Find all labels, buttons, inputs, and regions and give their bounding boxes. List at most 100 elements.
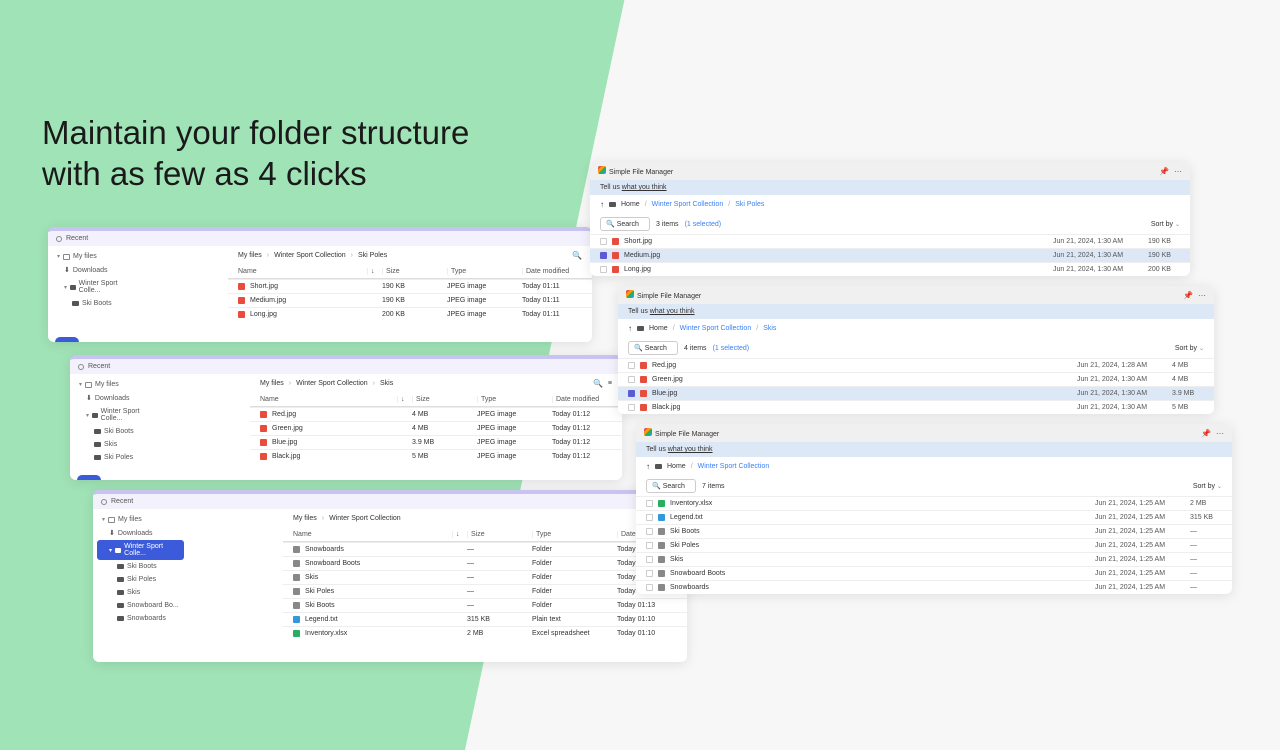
checkbox[interactable] bbox=[600, 252, 607, 259]
sidebar-skiboots[interactable]: Ski Boots bbox=[97, 560, 184, 573]
search-input[interactable]: 🔍Search bbox=[646, 479, 696, 493]
sidebar-myfiles[interactable]: ▾My files bbox=[97, 513, 184, 526]
file-row[interactable]: Ski Poles Jun 21, 2024, 1:25 AM — bbox=[636, 538, 1232, 552]
file-row[interactable]: Skis Jun 21, 2024, 1:25 AM — bbox=[636, 552, 1232, 566]
checkbox[interactable] bbox=[600, 238, 607, 245]
checkbox[interactable] bbox=[628, 376, 635, 383]
breadcrumb: My files› Winter Sport Collection 🔍 bbox=[283, 509, 687, 528]
sidebar-skiboots[interactable]: Ski Boots bbox=[52, 297, 134, 310]
file-row[interactable]: Inventory.xlsx Jun 21, 2024, 1:25 AM 2 M… bbox=[636, 496, 1232, 510]
file-row[interactable]: Medium.jpg 190 KB JPEG image Today 01:11 bbox=[228, 293, 592, 307]
checkbox[interactable] bbox=[646, 500, 653, 507]
sidebar-myfiles[interactable]: ▾My files bbox=[74, 378, 156, 391]
os-recent-header[interactable]: Recent bbox=[48, 231, 592, 246]
more-icon[interactable]: ⋯ bbox=[1174, 167, 1182, 176]
file-row[interactable]: Inventory.xlsx 2 MB Excel spreadsheet To… bbox=[283, 626, 687, 640]
sidebar-wsc[interactable]: ▾Winter Sport Colle... bbox=[74, 405, 156, 425]
file-row[interactable]: Medium.jpg Jun 21, 2024, 1:30 AM 190 KB bbox=[590, 248, 1190, 262]
file-row[interactable]: Short.jpg Jun 21, 2024, 1:30 AM 190 KB bbox=[590, 234, 1190, 248]
search-input[interactable]: 🔍Search bbox=[628, 341, 678, 355]
file-row[interactable]: Legend.txt Jun 21, 2024, 1:25 AM 315 KB bbox=[636, 510, 1232, 524]
sidebar-wsc-active[interactable]: ▾Winter Sport Colle... bbox=[97, 540, 184, 560]
checkbox[interactable] bbox=[646, 584, 653, 591]
file-row[interactable]: Legend.txt 315 KB Plain text Today 01:10 bbox=[283, 612, 687, 626]
file-icon bbox=[293, 560, 300, 567]
sidebar-snowboardboots[interactable]: Snowboard Bo... bbox=[97, 599, 184, 612]
checkbox[interactable] bbox=[646, 570, 653, 577]
os-browser-panel-2: Recent ▾My files ⬇Downloads ▾Winter Spor… bbox=[70, 355, 622, 480]
file-row[interactable]: Green.jpg 4 MB JPEG image Today 01:12 bbox=[250, 421, 622, 435]
feedback-link[interactable]: what you think bbox=[622, 184, 667, 191]
checkbox[interactable] bbox=[646, 542, 653, 549]
sidebar-skis[interactable]: Skis bbox=[97, 586, 184, 599]
file-icon bbox=[658, 500, 665, 507]
sidebar-skiboots[interactable]: Ski Boots bbox=[74, 425, 156, 438]
checkbox[interactable] bbox=[646, 556, 653, 563]
sort-by[interactable]: Sort by ⌄ bbox=[1151, 221, 1180, 228]
pin-icon[interactable]: 📌 bbox=[1201, 429, 1211, 438]
os-recent-header[interactable]: Recent bbox=[93, 494, 687, 509]
file-row[interactable]: Ski Boots — Folder Today 01:13 bbox=[283, 598, 687, 612]
checkbox[interactable] bbox=[646, 514, 653, 521]
pin-icon[interactable]: 📌 bbox=[1183, 291, 1193, 300]
selected-count: (1 selected) bbox=[713, 345, 750, 352]
sidebar-skis[interactable]: Skis bbox=[74, 438, 156, 451]
search-icon[interactable]: 🔍 bbox=[593, 379, 603, 388]
file-name: Long.jpg bbox=[250, 311, 377, 318]
sort-by[interactable]: Sort by ⌄ bbox=[1175, 345, 1204, 352]
file-row[interactable]: Skis — Folder Today 01:13 bbox=[283, 570, 687, 584]
sort-by[interactable]: Sort by ⌄ bbox=[1193, 483, 1222, 490]
file-row[interactable]: Ski Boots Jun 21, 2024, 1:25 AM — bbox=[636, 524, 1232, 538]
up-icon[interactable]: ↑ bbox=[600, 200, 604, 209]
file-date: Jun 21, 2024, 1:30 AM bbox=[1077, 390, 1167, 397]
sidebar-myfiles[interactable]: ▾My files bbox=[52, 250, 134, 263]
file-row[interactable]: Red.jpg Jun 21, 2024, 1:28 AM 4 MB bbox=[618, 358, 1214, 372]
checkbox[interactable] bbox=[628, 404, 635, 411]
file-row[interactable]: Blue.jpg Jun 21, 2024, 1:30 AM 3.9 MB bbox=[618, 386, 1214, 400]
file-size: — bbox=[467, 574, 527, 581]
more-icon[interactable]: ⋯ bbox=[1216, 429, 1224, 438]
file-size: 190 KB bbox=[1148, 252, 1180, 259]
checkbox[interactable] bbox=[646, 528, 653, 535]
file-row[interactable]: Long.jpg 200 KB JPEG image Today 01:11 bbox=[228, 307, 592, 321]
menu-icon[interactable]: ≡ bbox=[608, 380, 612, 387]
app-logo-icon bbox=[644, 428, 652, 436]
sidebar-downloads[interactable]: ⬇Downloads bbox=[74, 391, 156, 405]
file-row[interactable]: Blue.jpg 3.9 MB JPEG image Today 01:12 bbox=[250, 435, 622, 449]
file-row[interactable]: Short.jpg 190 KB JPEG image Today 01:11 bbox=[228, 279, 592, 293]
sidebar-skipoles[interactable]: Ski Poles bbox=[74, 451, 156, 464]
sidebar-downloads[interactable]: ⬇Downloads bbox=[97, 526, 184, 540]
checkbox[interactable] bbox=[628, 390, 635, 397]
pin-icon[interactable]: 📌 bbox=[1159, 167, 1169, 176]
os-recent-header[interactable]: Recent bbox=[70, 359, 622, 374]
more-icon[interactable]: ⋯ bbox=[1198, 291, 1206, 300]
file-row[interactable]: Long.jpg Jun 21, 2024, 1:30 AM 200 KB bbox=[590, 262, 1190, 276]
up-icon[interactable]: ↑ bbox=[628, 324, 632, 333]
file-row[interactable]: Snowboard Boots Jun 21, 2024, 1:25 AM — bbox=[636, 566, 1232, 580]
file-size: 190 KB bbox=[382, 283, 442, 290]
file-row[interactable]: Black.jpg 5 MB JPEG image Today 01:12 bbox=[250, 449, 622, 463]
up-icon[interactable]: ↑ bbox=[646, 462, 650, 471]
file-size: 190 KB bbox=[1148, 238, 1180, 245]
crumb[interactable]: My files bbox=[238, 252, 262, 259]
file-size: — bbox=[467, 546, 527, 553]
file-row[interactable]: Red.jpg 4 MB JPEG image Today 01:12 bbox=[250, 407, 622, 421]
file-date: Jun 21, 2024, 1:25 AM bbox=[1095, 500, 1185, 507]
file-row[interactable]: Ski Poles — Folder Today 01:13 bbox=[283, 584, 687, 598]
search-input[interactable]: 🔍Search bbox=[600, 217, 650, 231]
file-row[interactable]: Snowboards Jun 21, 2024, 1:25 AM — bbox=[636, 580, 1232, 594]
checkbox[interactable] bbox=[600, 266, 607, 273]
sidebar-wsc[interactable]: ▾Winter Sport Colle... bbox=[52, 277, 134, 297]
sidebar-downloads[interactable]: ⬇Downloads bbox=[52, 263, 134, 277]
file-row[interactable]: Green.jpg Jun 21, 2024, 1:30 AM 4 MB bbox=[618, 372, 1214, 386]
file-row[interactable]: Black.jpg Jun 21, 2024, 1:30 AM 5 MB bbox=[618, 400, 1214, 414]
sidebar-snowboards[interactable]: Snowboards bbox=[97, 612, 184, 625]
feedback-link[interactable]: what you think bbox=[668, 446, 713, 453]
file-row[interactable]: Snowboard Boots — Folder Today 01:13 bbox=[283, 556, 687, 570]
checkbox[interactable] bbox=[628, 362, 635, 369]
file-row[interactable]: Snowboards — Folder Today 01:13 bbox=[283, 542, 687, 556]
sidebar-skipoles[interactable]: Ski Poles bbox=[97, 573, 184, 586]
feedback-link[interactable]: what you think bbox=[650, 308, 695, 315]
search-icon[interactable]: 🔍 bbox=[572, 251, 582, 260]
crumb[interactable]: Winter Sport Collection bbox=[274, 252, 346, 259]
